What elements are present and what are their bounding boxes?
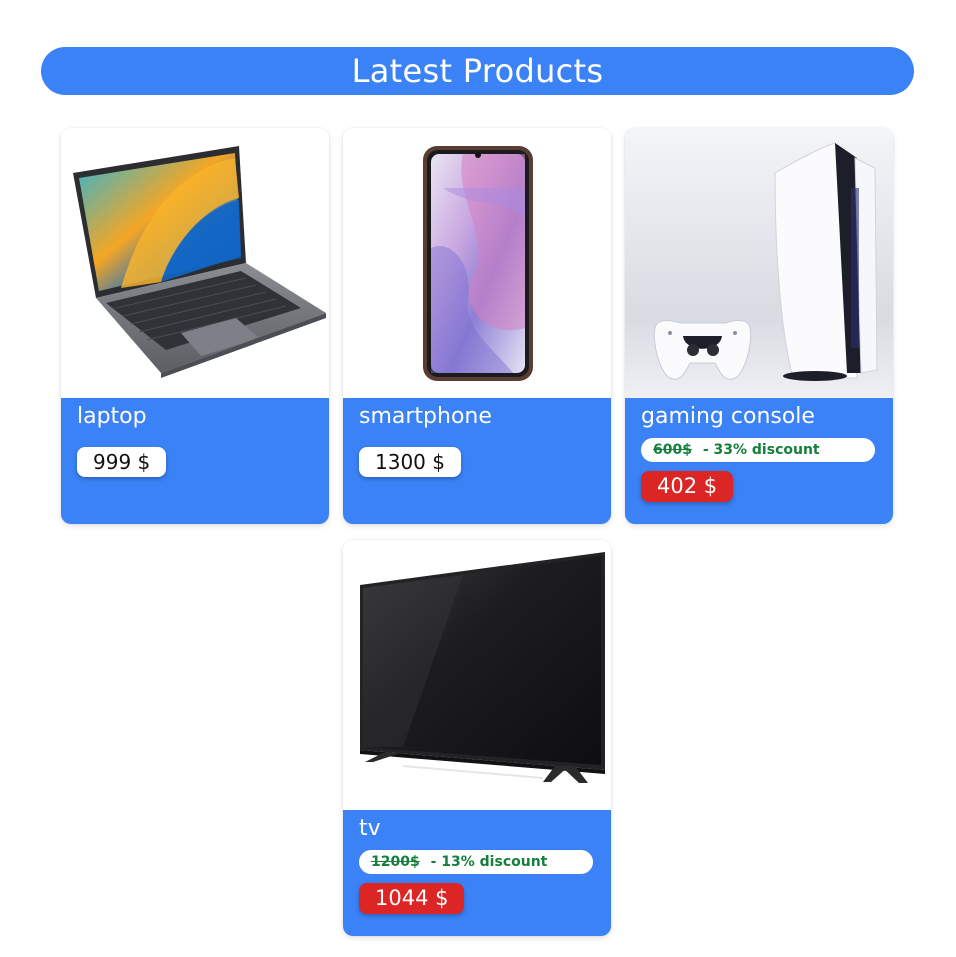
discount-text: - 33% discount [702,442,820,458]
product-info: laptop 999 $ [61,398,329,524]
product-name: gaming console [641,404,815,429]
discount-text: - 13% discount [430,854,548,870]
product-name: laptop [77,404,147,429]
sale-price-badge: 1044 $ [359,883,465,914]
page-title: Latest Products [41,47,914,95]
product-info: smartphone 1300 $ [343,398,611,524]
product-card-smartphone[interactable]: smartphone 1300 $ [343,128,611,524]
product-card-gaming-console[interactable]: gaming console 600$ - 33% discount 402 $ [625,128,893,524]
tv-image [343,540,611,810]
old-price: 1200$ [371,854,420,870]
gaming-console-image [625,128,893,398]
discount-badge: 1200$ - 13% discount [359,850,593,874]
product-name: smartphone [359,404,492,429]
old-price: 600$ [653,442,692,458]
product-name: tv [359,816,381,841]
product-info: gaming console 600$ - 33% discount 402 $ [625,398,893,524]
price-badge: 1300 $ [359,447,461,477]
product-card-tv[interactable]: tv 1200$ - 13% discount 1044 $ [343,540,611,936]
product-card-laptop[interactable]: laptop 999 $ [61,128,329,524]
discount-badge: 600$ - 33% discount [641,438,875,462]
price-badge: 999 $ [77,447,167,477]
laptop-image [61,128,329,398]
smartphone-image [343,128,611,398]
product-info: tv 1200$ - 13% discount 1044 $ [343,810,611,936]
page: Latest Products laptop 999 $ smartphone … [0,0,956,957]
sale-price-badge: 402 $ [641,471,734,502]
